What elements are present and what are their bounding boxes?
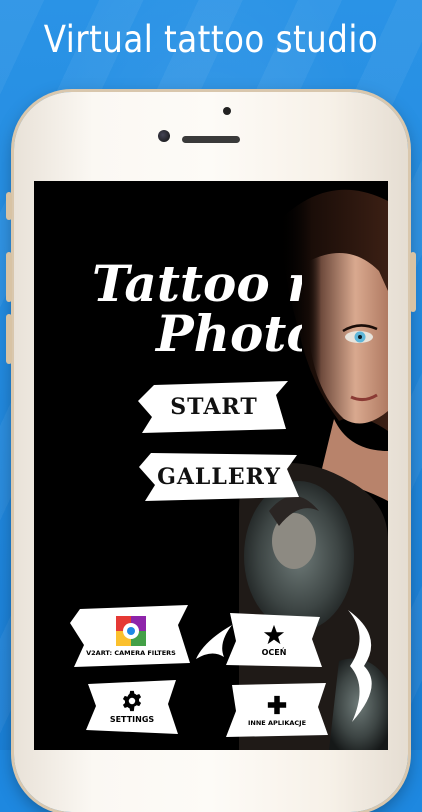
start-label: START [170, 394, 258, 420]
gallery-label: GALLERY [157, 464, 281, 490]
settings-button[interactable]: SETTINGS [84, 678, 180, 736]
promo-headline: Virtual tattoo studio [43, 18, 379, 61]
other-apps-label: INNE APLIKACJE [247, 718, 307, 727]
phone-volume-down [6, 314, 12, 364]
app-logo: Tattoo my Photo [92, 254, 302, 363]
gear-icon [122, 690, 142, 712]
phone-mute-switch [6, 192, 12, 220]
plus-icon [267, 695, 287, 714]
rate-button[interactable]: OCEŃ [224, 611, 324, 669]
phone-speaker [182, 136, 240, 143]
star-icon [263, 624, 285, 644]
logo-line2: Photo [154, 304, 302, 363]
phone-power-button [410, 252, 416, 312]
gallery-button[interactable]: GALLERY [137, 451, 301, 503]
app-screen: Tattoo my Photo START GALLERY V2ART: CAM… [34, 181, 388, 750]
camera-filters-button[interactable]: V2ART: CAMERA FILTERS [70, 605, 192, 667]
tribal-ornament-icon [196, 625, 232, 659]
rate-label: OCEŃ [261, 647, 287, 657]
phone-volume-up [6, 252, 12, 302]
other-apps-button[interactable]: INNE APLIKACJE [224, 681, 330, 739]
settings-label: SETTINGS [109, 715, 155, 724]
camera-filters-label: V2ART: CAMERA FILTERS [86, 648, 176, 657]
camera-filters-app-icon [116, 615, 146, 646]
front-camera-icon [158, 130, 170, 142]
start-button[interactable]: START [136, 381, 292, 433]
phone-proximity-sensor [223, 107, 231, 115]
tribal-ornament-icon [348, 610, 372, 722]
